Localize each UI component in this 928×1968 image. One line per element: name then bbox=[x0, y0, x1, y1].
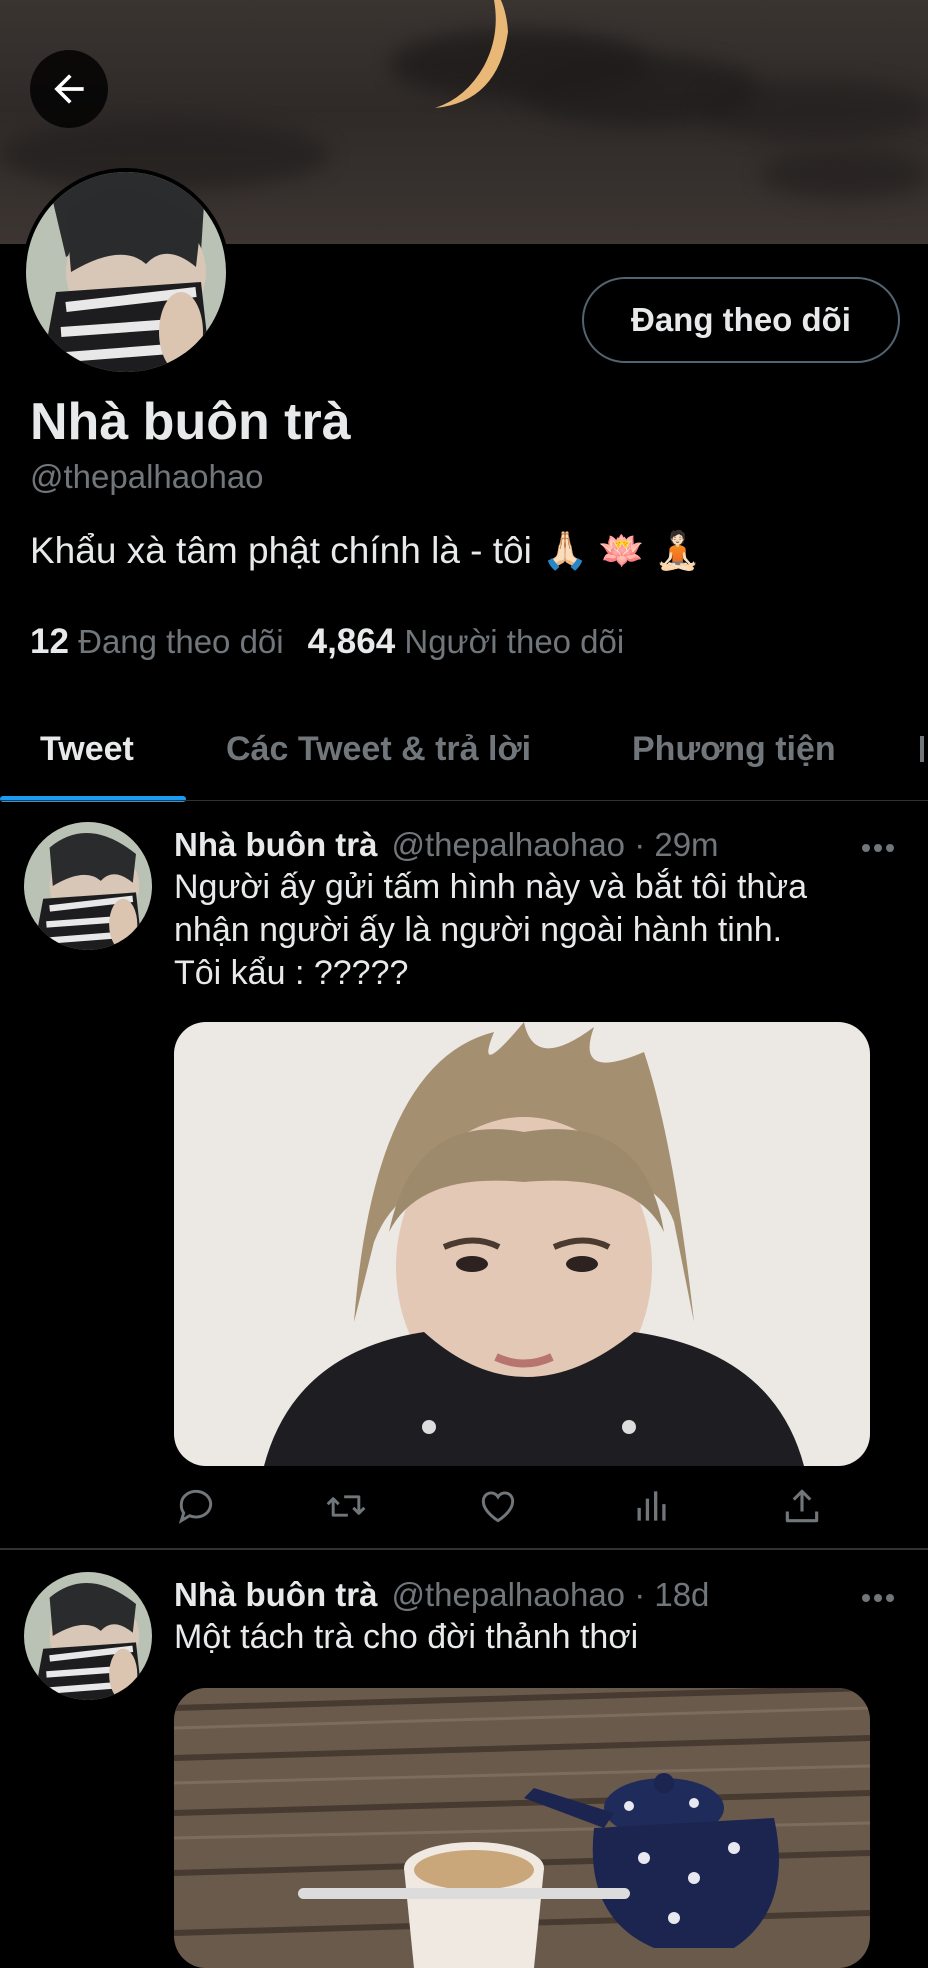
avatar-image bbox=[24, 1572, 152, 1700]
avatar-image bbox=[24, 822, 152, 950]
profile-bio: Khẩu xà tâm phật chính là - tôi 🙏🏻 🪷 🧘🏻 bbox=[30, 530, 701, 571]
tweet-item[interactable]: Nhà buôn trà @thepalhaohao · 18d Một tách… bbox=[0, 1568, 928, 1968]
banner-cloud bbox=[760, 150, 928, 200]
tea-photo bbox=[174, 1688, 870, 1968]
following-count: 12 bbox=[30, 622, 69, 661]
active-tab-indicator bbox=[0, 796, 186, 802]
followers-count: 4,864 bbox=[307, 622, 396, 661]
followers-stat[interactable]: 4,864 Người theo dõi bbox=[307, 622, 625, 661]
tab-likes-cut[interactable] bbox=[920, 696, 928, 802]
profile-handle: @thepalhaohao bbox=[30, 458, 264, 495]
analytics-icon[interactable] bbox=[630, 1484, 674, 1528]
banner-cloud bbox=[700, 80, 928, 140]
profile-stats: 12 Đang theo dõi 4,864 Người theo dõi bbox=[30, 622, 624, 662]
tweet-divider bbox=[0, 1548, 928, 1550]
portrait-photo bbox=[174, 1022, 870, 1466]
following-stat[interactable]: 12 Đang theo dõi bbox=[30, 622, 284, 661]
tweet-text: Một tách trà cho đời thảnh thơi bbox=[174, 1618, 639, 1656]
tweet-actions bbox=[174, 1484, 834, 1528]
tweet-author-name[interactable]: Nhà buôn trà bbox=[174, 1576, 378, 1613]
tweet-avatar[interactable] bbox=[24, 822, 152, 950]
tweet-header: Nhà buôn trà @thepalhaohao · 29m bbox=[174, 826, 719, 864]
crescent-moon-icon bbox=[435, 0, 508, 108]
back-button[interactable] bbox=[30, 50, 108, 128]
following-button[interactable]: Đang theo dõi bbox=[582, 277, 900, 363]
tweet-avatar[interactable] bbox=[24, 1572, 152, 1700]
profile-avatar[interactable] bbox=[22, 168, 230, 376]
avatar-image bbox=[26, 172, 226, 372]
tab-tweets[interactable]: Tweet bbox=[40, 696, 134, 802]
tweet-meta: @thepalhaohao · 18d bbox=[391, 1576, 710, 1613]
share-icon[interactable] bbox=[780, 1484, 824, 1528]
tab-tweets-replies[interactable]: Các Tweet & trả lời bbox=[226, 696, 531, 802]
tweet-author-name[interactable]: Nhà buôn trà bbox=[174, 826, 378, 863]
profile-display-name: Nhà buôn trà bbox=[30, 393, 351, 451]
back-arrow-icon bbox=[54, 74, 84, 104]
tweet-media-image[interactable] bbox=[174, 1688, 870, 1968]
retweet-icon[interactable] bbox=[324, 1484, 368, 1528]
following-label: Đang theo dõi bbox=[78, 623, 284, 660]
reply-icon[interactable] bbox=[174, 1484, 218, 1528]
more-icon[interactable] bbox=[860, 838, 896, 858]
tweet-header: Nhà buôn trà @thepalhaohao · 18d bbox=[174, 1576, 709, 1614]
tweet-text: Người ấy gửi tấm hình này và bắt tôi thừ… bbox=[174, 868, 808, 992]
followers-label: Người theo dõi bbox=[404, 623, 625, 660]
tweet-item[interactable]: Nhà buôn trà @thepalhaohao · 29m Người ấy… bbox=[0, 818, 928, 1548]
profile-tabs: Tweet Các Tweet & trả lời Phương tiện bbox=[0, 696, 928, 802]
tweet-media-image[interactable] bbox=[174, 1022, 870, 1466]
like-icon[interactable] bbox=[476, 1484, 520, 1528]
tweet-meta: @thepalhaohao · 29m bbox=[391, 826, 719, 863]
tabs-divider bbox=[0, 800, 928, 801]
home-indicator[interactable] bbox=[298, 1888, 630, 1899]
tab-media[interactable]: Phương tiện bbox=[632, 696, 836, 802]
more-icon[interactable] bbox=[860, 1588, 896, 1608]
